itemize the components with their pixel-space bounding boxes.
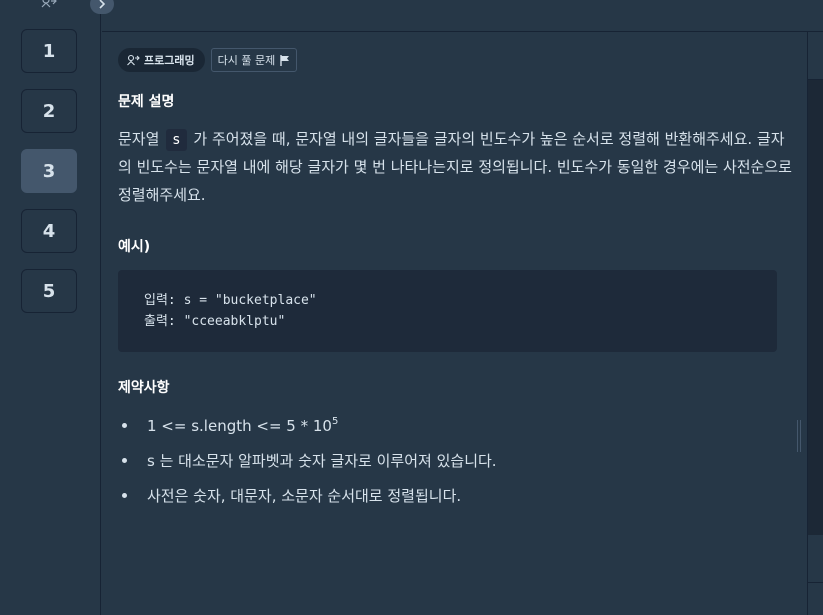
- robot-icon: [127, 54, 140, 66]
- robot-icon: [41, 0, 57, 8]
- example-heading: 예시): [118, 239, 151, 255]
- bullet: [122, 493, 127, 498]
- example-input: 입력: s = "bucketplace": [144, 293, 317, 308]
- constraint-order: 사전은 숫자, 대문자, 소문자 순서대로 정렬됩니다.: [147, 487, 462, 505]
- inline-code-s: s: [166, 129, 187, 151]
- editor-header: [808, 32, 823, 80]
- question-number-2[interactable]: 2: [21, 89, 77, 133]
- question-number-1[interactable]: 1: [21, 29, 77, 73]
- category-label: 프로그래밍: [144, 54, 195, 67]
- question-number-3[interactable]: 3: [21, 149, 77, 193]
- editor-panel-edge: [807, 32, 823, 615]
- list-item: 1 <= s.length <= 5 * 105: [118, 408, 778, 443]
- top-header: [102, 0, 823, 32]
- description-text-pre: 문자열: [118, 130, 165, 148]
- code-editor[interactable]: [808, 80, 823, 535]
- question-number-5[interactable]: 5: [21, 269, 77, 313]
- chevron-right-icon: [99, 0, 106, 9]
- example-code-block: 입력: s = "bucketplace" 출력: "cceeabklptu": [118, 270, 777, 352]
- bullet: [122, 423, 127, 428]
- retry-label: 다시 풀 문제: [217, 54, 276, 67]
- result-header: [808, 537, 823, 583]
- constraints-list: 1 <= s.length <= 5 * 105 s 는 대소문자 알파벳과 숫…: [118, 408, 778, 513]
- retry-later-tag[interactable]: 다시 풀 문제: [210, 48, 298, 72]
- constraint-length: 1 <= s.length <= 5 * 105: [147, 416, 338, 435]
- panel-resize-handle[interactable]: [797, 420, 803, 452]
- category-badge: 프로그래밍: [118, 48, 205, 72]
- list-item: s 는 대소문자 알파벳과 숫자 글자로 이루어져 있습니다.: [118, 443, 778, 478]
- constraint-length-base: 1 <= s.length <= 5 * 10: [147, 417, 332, 435]
- bullet: [122, 458, 127, 463]
- question-number-4[interactable]: 4: [21, 209, 77, 253]
- constraint-charset: s 는 대소문자 알파벳과 숫자 글자로 이루어져 있습니다.: [147, 452, 497, 470]
- description-heading: 문제 설명: [118, 94, 175, 110]
- problem-description: 문자열 s 가 주어졌을 때, 문자열 내의 글자들을 글자의 빈도수가 높은 …: [118, 125, 798, 209]
- description-text-post: 가 주어졌을 때, 문자열 내의 글자들을 글자의 빈도수가 높은 순서로 정렬…: [118, 130, 792, 204]
- problem-content: 프로그래밍 다시 풀 문제 문제 설명 문자열 s 가 주어졌을 때, 문자열 …: [102, 32, 807, 615]
- flag-icon: [280, 54, 290, 66]
- problem-tags: 프로그래밍 다시 풀 문제: [118, 48, 298, 72]
- question-sidebar: 1 2 3 4 5: [0, 0, 101, 615]
- list-item: 사전은 숫자, 대문자, 소문자 순서대로 정렬됩니다.: [118, 478, 778, 513]
- constraint-length-exponent: 5: [331, 416, 339, 427]
- example-output: 출력: "cceeabklptu": [144, 314, 286, 329]
- constraints-heading: 제약사항: [118, 380, 170, 396]
